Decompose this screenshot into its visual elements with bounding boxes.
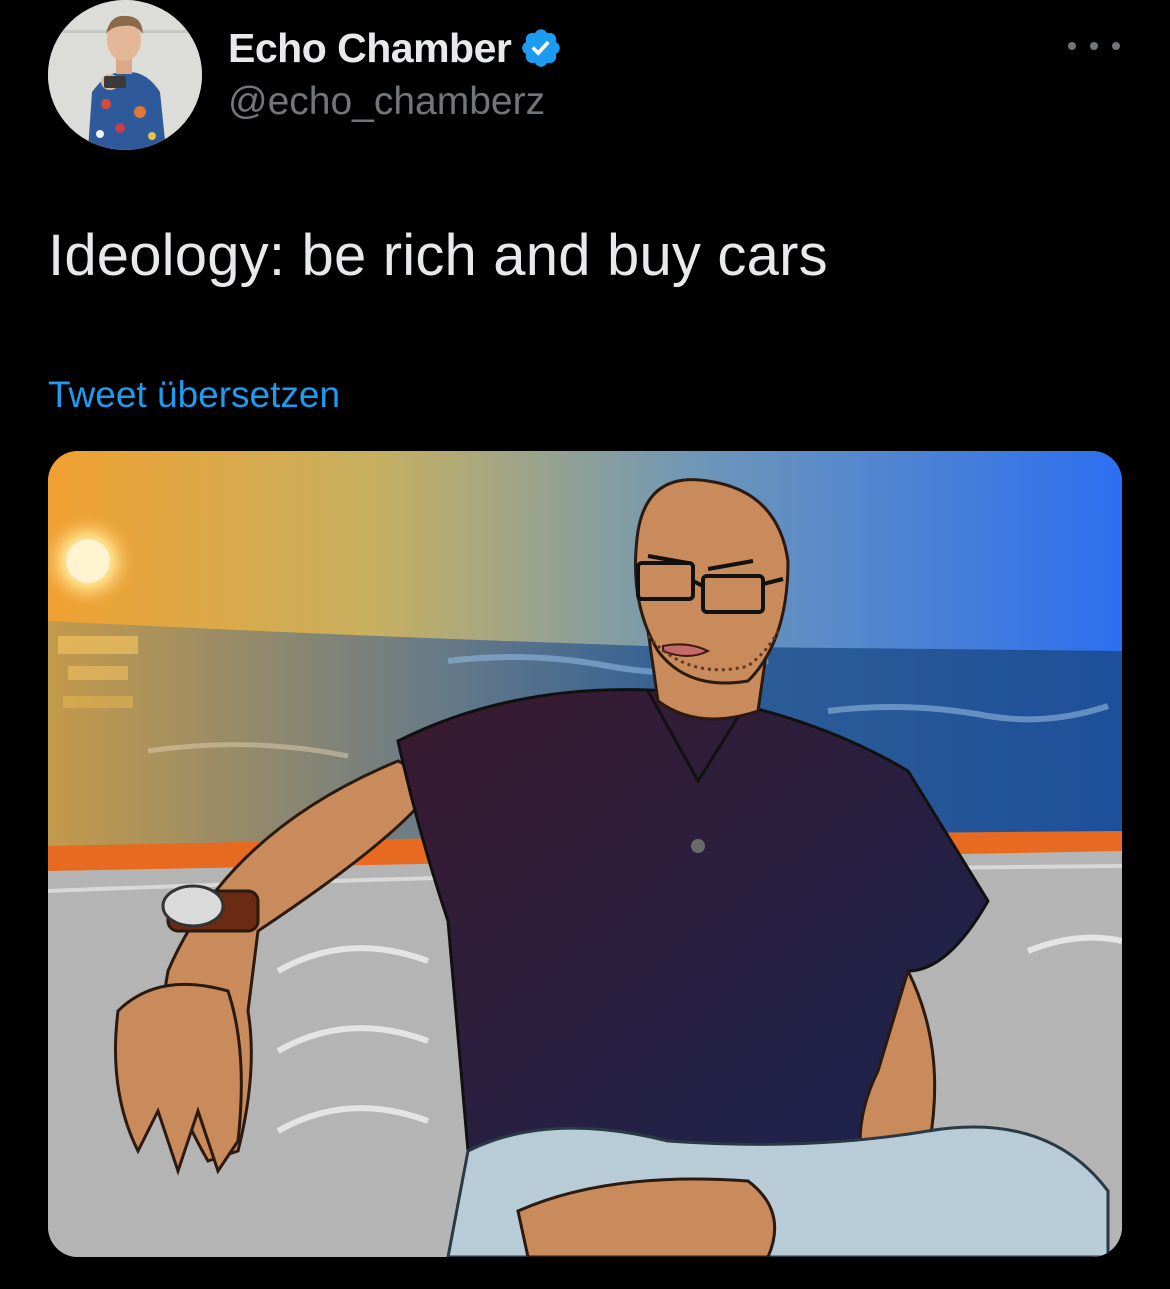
translate-tweet-link[interactable]: Tweet übersetzen (48, 374, 340, 416)
more-dot (1112, 42, 1120, 50)
tweet-text: Ideology: be rich and buy cars (48, 223, 828, 288)
verified-badge-icon (522, 29, 561, 67)
avatar[interactable] (48, 0, 202, 150)
tweet-media-image[interactable] (48, 451, 1122, 1257)
meme-illustration (48, 451, 1122, 1257)
tweet: Echo Chamber @echo_chamberz Ideology: be… (0, 0, 1170, 1289)
author-name-row[interactable]: Echo Chamber (228, 22, 563, 74)
author-handle[interactable]: @echo_chamberz (228, 80, 545, 124)
more-dot (1090, 42, 1098, 50)
avatar-image (48, 0, 202, 150)
display-name[interactable]: Echo Chamber (228, 25, 512, 72)
more-options-icon[interactable] (1068, 30, 1120, 62)
more-dot (1068, 42, 1076, 50)
